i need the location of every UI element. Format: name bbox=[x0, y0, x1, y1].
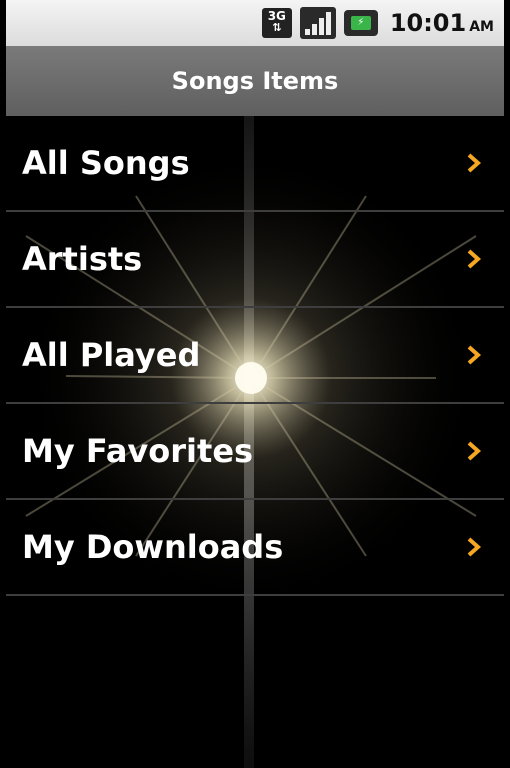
menu-item-my-downloads[interactable]: My Downloads bbox=[6, 500, 504, 596]
title-bar: Songs Items bbox=[6, 46, 504, 116]
menu-item-label: All Played bbox=[22, 336, 201, 374]
phone-screen: 3G ⇅ ⚡ 10:01 AM Songs Items All Songs Ar… bbox=[0, 0, 510, 768]
clock-ampm: AM bbox=[469, 19, 494, 35]
menu-item-label: My Downloads bbox=[22, 528, 284, 566]
signal-icon bbox=[299, 7, 336, 39]
menu-item-label: My Favorites bbox=[22, 432, 254, 470]
battery-icon: ⚡ bbox=[343, 10, 378, 36]
menu-item-all-played[interactable]: All Played bbox=[6, 308, 504, 404]
page-title: Songs Items bbox=[171, 67, 339, 95]
3g-icon: 3G ⇅ bbox=[261, 8, 292, 38]
chevron-right-icon bbox=[467, 345, 482, 365]
clock-time: 10:01 bbox=[389, 9, 467, 37]
menu-item-label: Artists bbox=[22, 240, 143, 278]
chevron-right-icon bbox=[467, 441, 482, 461]
menu-item-label: All Songs bbox=[22, 144, 190, 182]
menu-item-artists[interactable]: Artists bbox=[6, 212, 504, 308]
menu-list: All Songs Artists All Played My Favorite… bbox=[6, 116, 504, 596]
menu-item-my-favorites[interactable]: My Favorites bbox=[6, 404, 504, 500]
status-time: 10:01 AM bbox=[390, 9, 494, 37]
status-bar: 3G ⇅ ⚡ 10:01 AM bbox=[6, 0, 504, 46]
menu-item-all-songs[interactable]: All Songs bbox=[6, 116, 504, 212]
chevron-right-icon bbox=[467, 537, 482, 557]
chevron-right-icon bbox=[467, 249, 482, 269]
menu-content: All Songs Artists All Played My Favorite… bbox=[6, 116, 504, 768]
chevron-right-icon bbox=[467, 153, 482, 173]
